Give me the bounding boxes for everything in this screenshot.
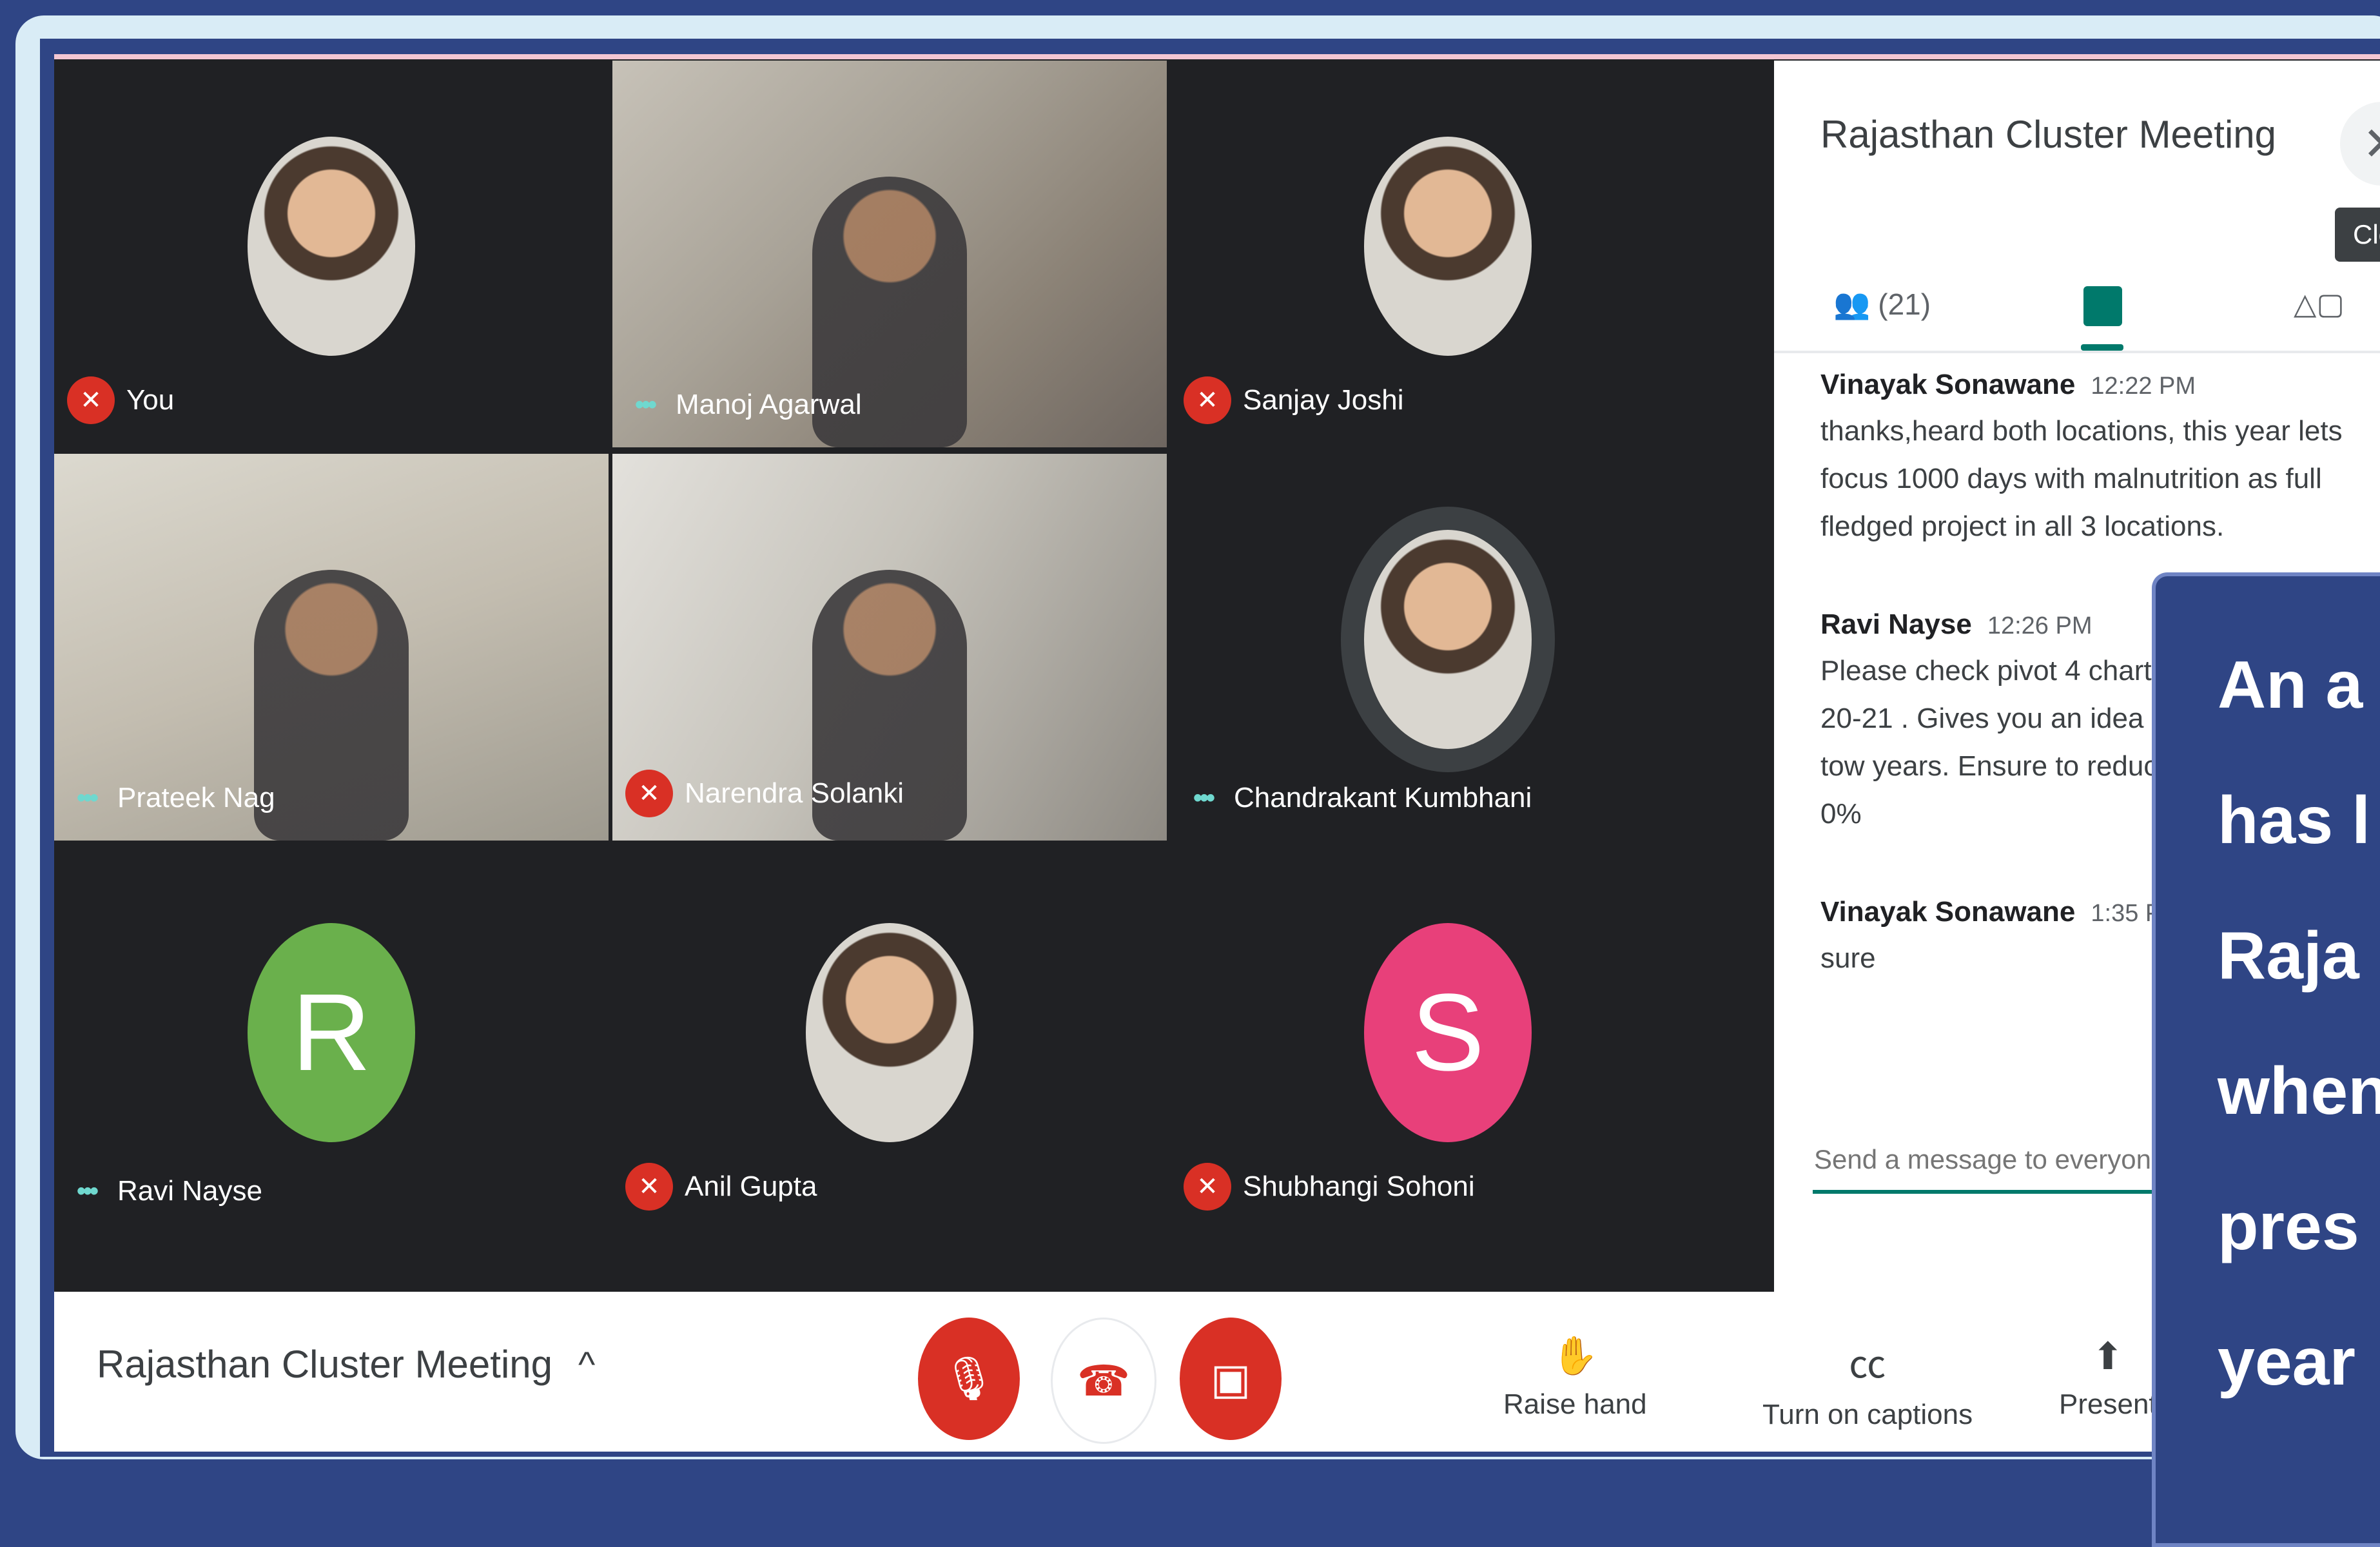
message-text: thanks,heard both locations, this year l…	[1820, 415, 2343, 542]
camera-off-icon: ▣	[1210, 1354, 1251, 1403]
participant-name: You	[126, 384, 175, 416]
message-time: 12:22 PM	[2091, 373, 2196, 400]
tile-manoj-agarwal[interactable]: ••• Manoj Agarwal	[612, 61, 1167, 447]
mic-off-icon: 🎙	[942, 1354, 996, 1402]
participant-name: Prateek Nag	[117, 782, 275, 813]
captions-label: Turn on captions	[1762, 1399, 1973, 1430]
raise-hand-label: Raise hand	[1503, 1388, 1647, 1420]
mic-off-icon: ✕	[1184, 376, 1231, 424]
tile-ravi-nayse[interactable]: R ••• Ravi Nayse	[54, 847, 609, 1234]
speaking-indicator-icon: •••	[634, 390, 657, 419]
chevron-up-icon: ^	[578, 1344, 596, 1385]
raise-hand-button[interactable]: ✋ Raise hand	[1503, 1334, 1647, 1421]
mic-off-icon: ✕	[625, 770, 673, 817]
avatar	[1364, 530, 1532, 749]
caption-line: has l	[2218, 783, 2370, 858]
chat-icon	[2083, 286, 2122, 326]
meeting-title: Rajasthan Cluster Meeting	[97, 1343, 553, 1386]
people-count: (21)	[1878, 287, 1931, 321]
present-icon: ⬆	[2092, 1336, 2124, 1377]
activities-icon: △▢	[2294, 287, 2345, 320]
bottom-bar: Rajasthan Cluster Meeting ^ 🎙 ☎ ▣ ✋ Rais…	[54, 1292, 2380, 1452]
mic-off-icon: ✕	[67, 376, 115, 424]
captions-button[interactable]: ㏄ Turn on captions	[1762, 1334, 1973, 1431]
tile-chandrakant-kumbhani[interactable]: ••• Chandrakant Kumbhani	[1171, 454, 1725, 841]
close-button[interactable]: ✕	[2340, 102, 2380, 186]
speaking-indicator-icon: •••	[1193, 783, 1215, 812]
tab-activities[interactable]: △▢	[2294, 286, 2345, 321]
speaking-indicator-icon: •••	[76, 1176, 99, 1205]
participant-name: Anil Gupta	[685, 1171, 817, 1202]
tile-you[interactable]: ✕ You	[54, 61, 609, 447]
message-sender: Ravi Nayse	[1820, 608, 1972, 640]
tile-narendra-solanki[interactable]: ✕ Narendra Solanki	[612, 454, 1167, 841]
tab-people[interactable]: 👥 (21)	[1833, 286, 1931, 322]
caption-line: year	[2218, 1325, 2356, 1399]
active-tab-indicator	[2081, 344, 2123, 351]
meet-window: ✕ You ••• Manoj Agarwal ✕ Sanjay Joshi •…	[54, 54, 2380, 1452]
participant-name: Manoj Agarwal	[676, 389, 862, 420]
captions-icon: ㏄	[1849, 1344, 1887, 1386]
tile-shubhangi-sohoni[interactable]: S ✕ Shubhangi Sohoni	[1171, 847, 1725, 1234]
caption-line: pres	[2218, 1189, 2359, 1264]
avatar: R	[248, 923, 415, 1142]
tile-sanjay-joshi[interactable]: ✕ Sanjay Joshi	[1171, 61, 1725, 447]
participant-name: Chandrakant Kumbhani	[1234, 782, 1532, 813]
message-sender: Vinayak Sonawane	[1820, 369, 2076, 400]
participant-video	[254, 570, 409, 841]
hang-up-icon: ☎	[1077, 1356, 1131, 1405]
chat-message: Vinayak Sonawane 12:22 PM thanks,heard b…	[1820, 369, 2375, 550]
meeting-details-button[interactable]: Rajasthan Cluster Meeting ^	[97, 1342, 595, 1386]
avatar	[248, 137, 415, 356]
close-icon: ✕	[2363, 117, 2380, 171]
mic-toggle-button[interactable]: 🎙	[918, 1318, 1020, 1440]
tile-anil-gupta[interactable]: ✕ Anil Gupta	[612, 847, 1167, 1234]
avatar	[806, 923, 973, 1142]
present-label: Present	[2059, 1388, 2157, 1420]
panel-tabs: 👥 (21) △▢	[1774, 254, 2380, 353]
leave-call-button[interactable]: ☎	[1051, 1318, 1156, 1444]
message-time: 12:26 PM	[1987, 612, 2092, 639]
caption-line: Raja	[2218, 919, 2359, 993]
caption-card: An a has l Raja when pres year	[2152, 572, 2380, 1547]
mic-off-icon: ✕	[625, 1163, 673, 1211]
participant-name: Narendra Solanki	[685, 777, 904, 809]
panel-title: Rajasthan Cluster Meeting	[1820, 113, 2277, 156]
people-icon: 👥	[1833, 287, 1871, 320]
participant-name: Ravi Nayse	[117, 1175, 262, 1207]
present-button[interactable]: ⬆ Present	[2059, 1334, 2157, 1421]
mic-off-icon: ✕	[1184, 1163, 1231, 1211]
speaking-indicator-icon: •••	[76, 783, 99, 812]
avatar	[1364, 137, 1532, 356]
message-sender: Vinayak Sonawane	[1820, 896, 2076, 928]
top-border	[54, 54, 2380, 59]
participant-name: Shubhangi Sohoni	[1243, 1171, 1475, 1202]
camera-toggle-button[interactable]: ▣	[1180, 1318, 1282, 1440]
tile-prateek-nag[interactable]: ••• Prateek Nag	[54, 454, 609, 841]
avatar: S	[1364, 923, 1532, 1142]
tab-chat[interactable]	[2083, 286, 2122, 326]
caption-line: when	[2218, 1054, 2380, 1129]
hand-icon: ✋	[1552, 1335, 1599, 1377]
caption-line: An a	[2218, 648, 2363, 723]
participant-name: Sanjay Joshi	[1243, 384, 1404, 416]
